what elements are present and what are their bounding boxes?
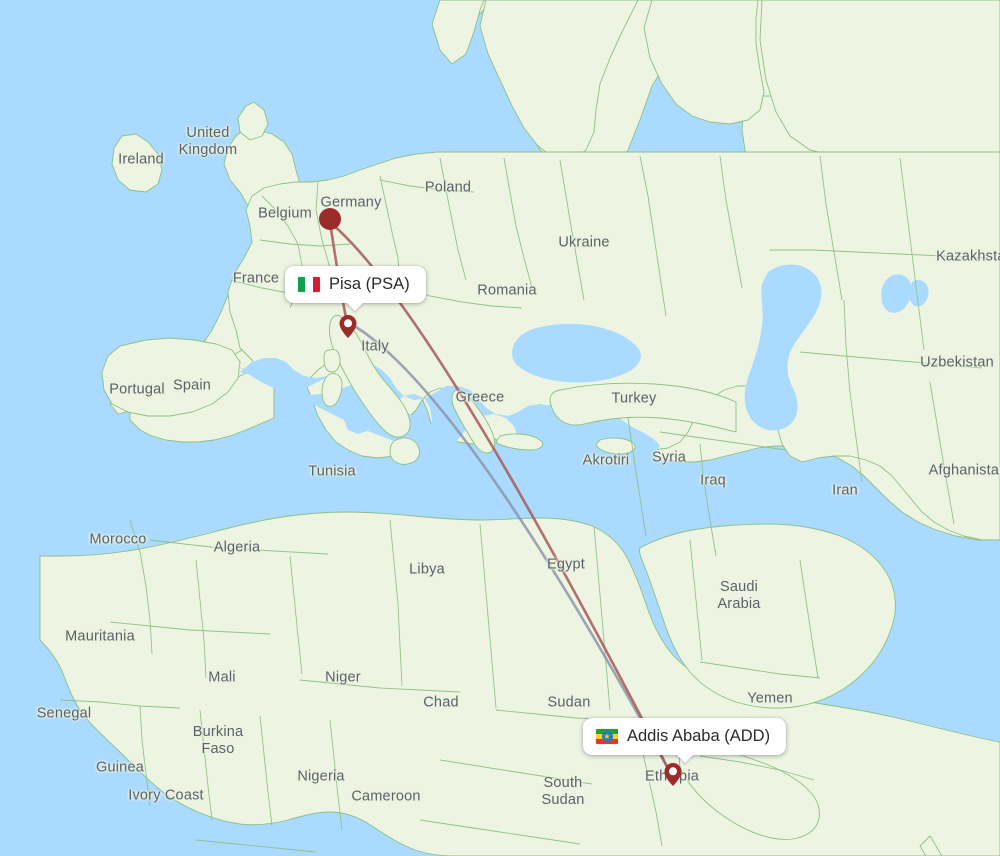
airport-popup-addis-ababa-label: Addis Ababa (ADD)	[627, 727, 771, 745]
map-marker-pisa[interactable]	[339, 315, 357, 338]
popup-tail	[675, 754, 694, 763]
airport-popup-pisa[interactable]: Pisa (PSA)	[285, 266, 426, 311]
hub-dot-frankfurt[interactable]	[319, 208, 341, 230]
airport-popup-pisa-label: Pisa (PSA)	[329, 275, 410, 293]
airport-popup-addis-ababa[interactable]: ★ Addis Ababa (ADD)	[583, 718, 787, 763]
italy-flag-icon	[298, 277, 320, 292]
map-canvas: .land { fill:#edf4e2; stroke:#8cc083; st…	[0, 0, 1000, 856]
map-marker-addis-ababa[interactable]	[664, 763, 682, 786]
flight-route-map[interactable]: .land { fill:#edf4e2; stroke:#8cc083; st…	[0, 0, 1000, 856]
popup-tail	[346, 302, 365, 311]
ethiopia-flag-icon: ★	[596, 729, 618, 744]
ethiopia-flag-emblem: ★	[601, 731, 613, 742]
